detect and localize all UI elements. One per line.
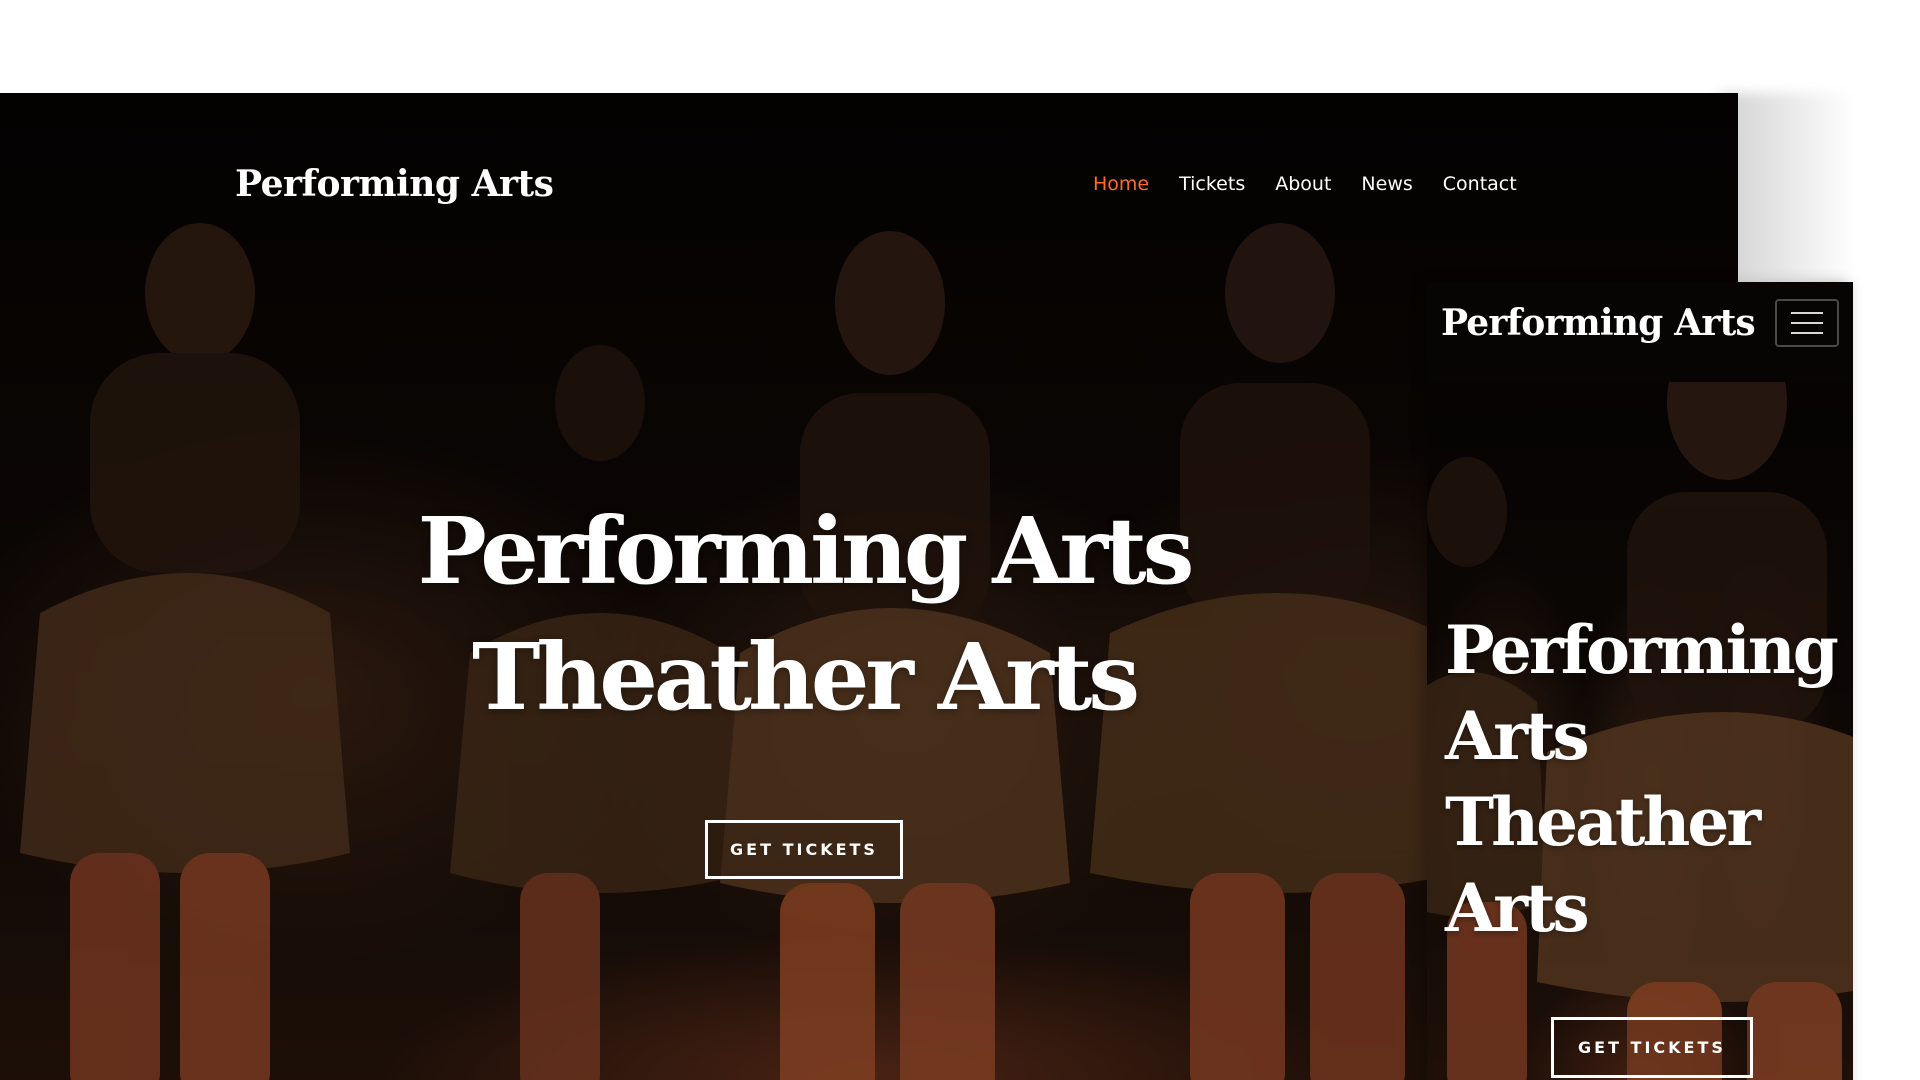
mobile-logo[interactable]: Performing Arts bbox=[1441, 302, 1756, 344]
mobile-get-tickets-button[interactable]: GET TICKETS bbox=[1551, 1017, 1753, 1078]
nav-link-tickets[interactable]: Tickets bbox=[1179, 173, 1245, 195]
nav-link-contact[interactable]: Contact bbox=[1443, 173, 1517, 195]
showcase-canvas: Performing Arts Home Tickets About News … bbox=[0, 0, 1920, 1080]
desktop-nav-menu: Home Tickets About News Contact bbox=[1093, 173, 1517, 195]
nav-link-news[interactable]: News bbox=[1361, 173, 1412, 195]
mobile-mockup: Performing Arts Performing Arts Theather… bbox=[1427, 282, 1853, 1080]
hamburger-bar bbox=[1791, 332, 1823, 334]
desktop-frame-shadow bbox=[1720, 93, 1870, 283]
mobile-hero-line-2: Arts bbox=[1445, 697, 1590, 775]
nav-link-home[interactable]: Home bbox=[1093, 173, 1149, 195]
hamburger-icon[interactable] bbox=[1775, 299, 1839, 347]
desktop-get-tickets-button[interactable]: GET TICKETS bbox=[705, 820, 903, 879]
mobile-hero-line-4: Arts bbox=[1445, 869, 1590, 947]
desktop-navbar: Performing Arts Home Tickets About News … bbox=[0, 93, 1738, 273]
mobile-hero: Performing Arts Theather Arts bbox=[1445, 607, 1839, 951]
mobile-hero-title: Performing Arts Theather Arts bbox=[1445, 607, 1839, 951]
hamburger-bar bbox=[1791, 312, 1823, 314]
nav-link-about[interactable]: About bbox=[1275, 173, 1331, 195]
mobile-navbar: Performing Arts bbox=[1427, 282, 1853, 382]
desktop-logo[interactable]: Performing Arts bbox=[235, 163, 554, 205]
mobile-hero-line-3: Theather bbox=[1445, 783, 1761, 861]
hamburger-bar bbox=[1791, 322, 1823, 324]
mobile-hero-line-1: Performing bbox=[1445, 611, 1839, 689]
